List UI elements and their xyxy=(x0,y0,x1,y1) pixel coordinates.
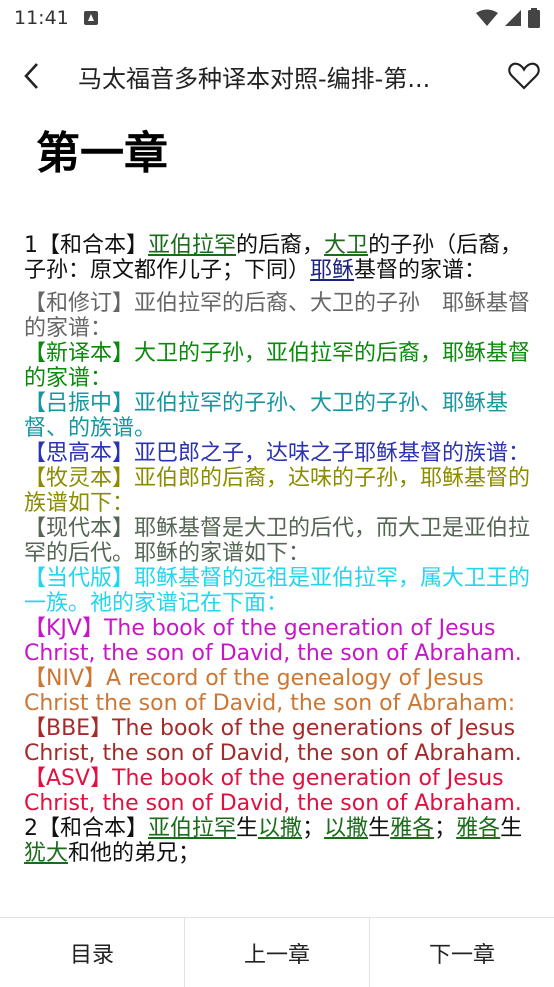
verse-1: 1【和合本】亚伯拉罕的后裔，大卫的子孙（后裔，子孙：原文都作儿子；下同）耶稣基督… xyxy=(24,233,536,816)
name-link[interactable]: 雅各 xyxy=(390,816,434,841)
name-link[interactable]: 亚伯拉罕 xyxy=(148,233,236,258)
signal-icon xyxy=(504,9,522,27)
verse-number: 1 xyxy=(24,233,38,258)
verse-niv: 【NIV】A record of the genealogy of Jesus … xyxy=(24,666,516,716)
verse-text: 的后裔， xyxy=(236,233,325,258)
verse-text: 生 xyxy=(500,816,523,841)
verse-text: ； xyxy=(302,816,325,841)
next-chapter-button[interactable]: 下一章 xyxy=(369,918,554,987)
verse-dangdai: 【当代版】耶稣基督的远祖是亚伯拉罕，属大卫王的一族。祂的家谱记在下面： xyxy=(24,566,531,616)
status-bar: 11:41 xyxy=(0,0,554,36)
version-label: 【和合本】 xyxy=(38,233,149,258)
verse-2: 2【和合本】亚伯拉罕生以撒；以撒生雅各；雅各生犹大和他的弟兄； xyxy=(24,816,536,866)
verse-lvzhen: 【吕振中】亚伯拉罕的子孙、大卫的子孙、耶稣基督、的族谱。 xyxy=(24,391,509,441)
wifi-icon xyxy=(476,9,498,27)
verse-asv: 【ASV】The book of the generation of Jesus… xyxy=(24,766,522,816)
heart-icon xyxy=(508,62,540,90)
verse-xinyi: 【新译本】大卫的子孙，亚伯拉罕的后裔，耶稣基督的家谱： xyxy=(24,341,531,391)
chapter-title: 第一章 xyxy=(36,128,168,179)
name-link[interactable]: 犹大 xyxy=(24,841,68,866)
name-link[interactable]: 大卫 xyxy=(324,233,368,258)
toc-button[interactable]: 目录 xyxy=(0,918,184,987)
verse-hehe: 2【和合本】亚伯拉罕生以撒；以撒生雅各；雅各生犹大和他的弟兄； xyxy=(24,816,536,866)
back-button[interactable] xyxy=(0,44,64,108)
bottom-nav: 目录 上一章 下一章 xyxy=(0,917,554,987)
verse-text: 生 xyxy=(236,816,259,841)
verse-sigao: 【思高本】亚巴郎之子，达味之子耶稣基督的族谱： xyxy=(24,441,531,466)
prev-chapter-button[interactable]: 上一章 xyxy=(184,918,369,987)
verse-kjv: 【KJV】The book of the generation of Jesus… xyxy=(24,616,522,666)
name-link[interactable]: 雅各 xyxy=(456,816,500,841)
battery-icon xyxy=(528,8,540,28)
verse-text: 和他的弟兄； xyxy=(68,841,201,866)
verse-text: 基督的家谱： xyxy=(354,258,487,283)
verse-hexiu: 【和修订】亚伯拉罕的后裔、大卫的子孙 耶稣基督的家谱： xyxy=(24,291,531,341)
back-arrow-icon xyxy=(24,63,38,89)
verse-muling: 【牧灵本】亚伯郎的后裔，达味的子孙，耶稣基督的族谱如下： xyxy=(24,466,531,516)
verse-xiandai: 【现代本】耶稣基督是大卫的后代，而大卫是亚伯拉罕的后代。耶稣的家谱如下： xyxy=(24,516,531,566)
verse-number: 2 xyxy=(24,816,38,841)
favorite-button[interactable] xyxy=(494,44,554,108)
verse-text: ； xyxy=(434,816,457,841)
verse-bbe: 【BBE】The book of the generations of Jesu… xyxy=(24,716,522,766)
verse-hehe: 1【和合本】亚伯拉罕的后裔，大卫的子孙（后裔，子孙：原文都作儿子；下同）耶稣基督… xyxy=(24,233,536,283)
notification-icon xyxy=(83,10,99,26)
name-link[interactable]: 以撒 xyxy=(324,816,368,841)
page-title: 马太福音多种译本对照-编排-第... xyxy=(78,64,431,93)
name-link[interactable]: 亚伯拉罕 xyxy=(148,816,236,841)
chapter-content[interactable]: 第一章 1【和合本】亚伯拉罕的后裔，大卫的子孙（后裔，子孙：原文都作儿子；下同）… xyxy=(24,115,536,915)
status-time: 11:41 xyxy=(14,7,69,29)
app-bar: 马太福音多种译本对照-编排-第... xyxy=(0,44,554,108)
version-label: 【和合本】 xyxy=(38,816,149,841)
verse-text: 生 xyxy=(368,816,391,841)
name-link[interactable]: 耶稣 xyxy=(310,258,354,283)
name-link[interactable]: 以撒 xyxy=(258,816,302,841)
